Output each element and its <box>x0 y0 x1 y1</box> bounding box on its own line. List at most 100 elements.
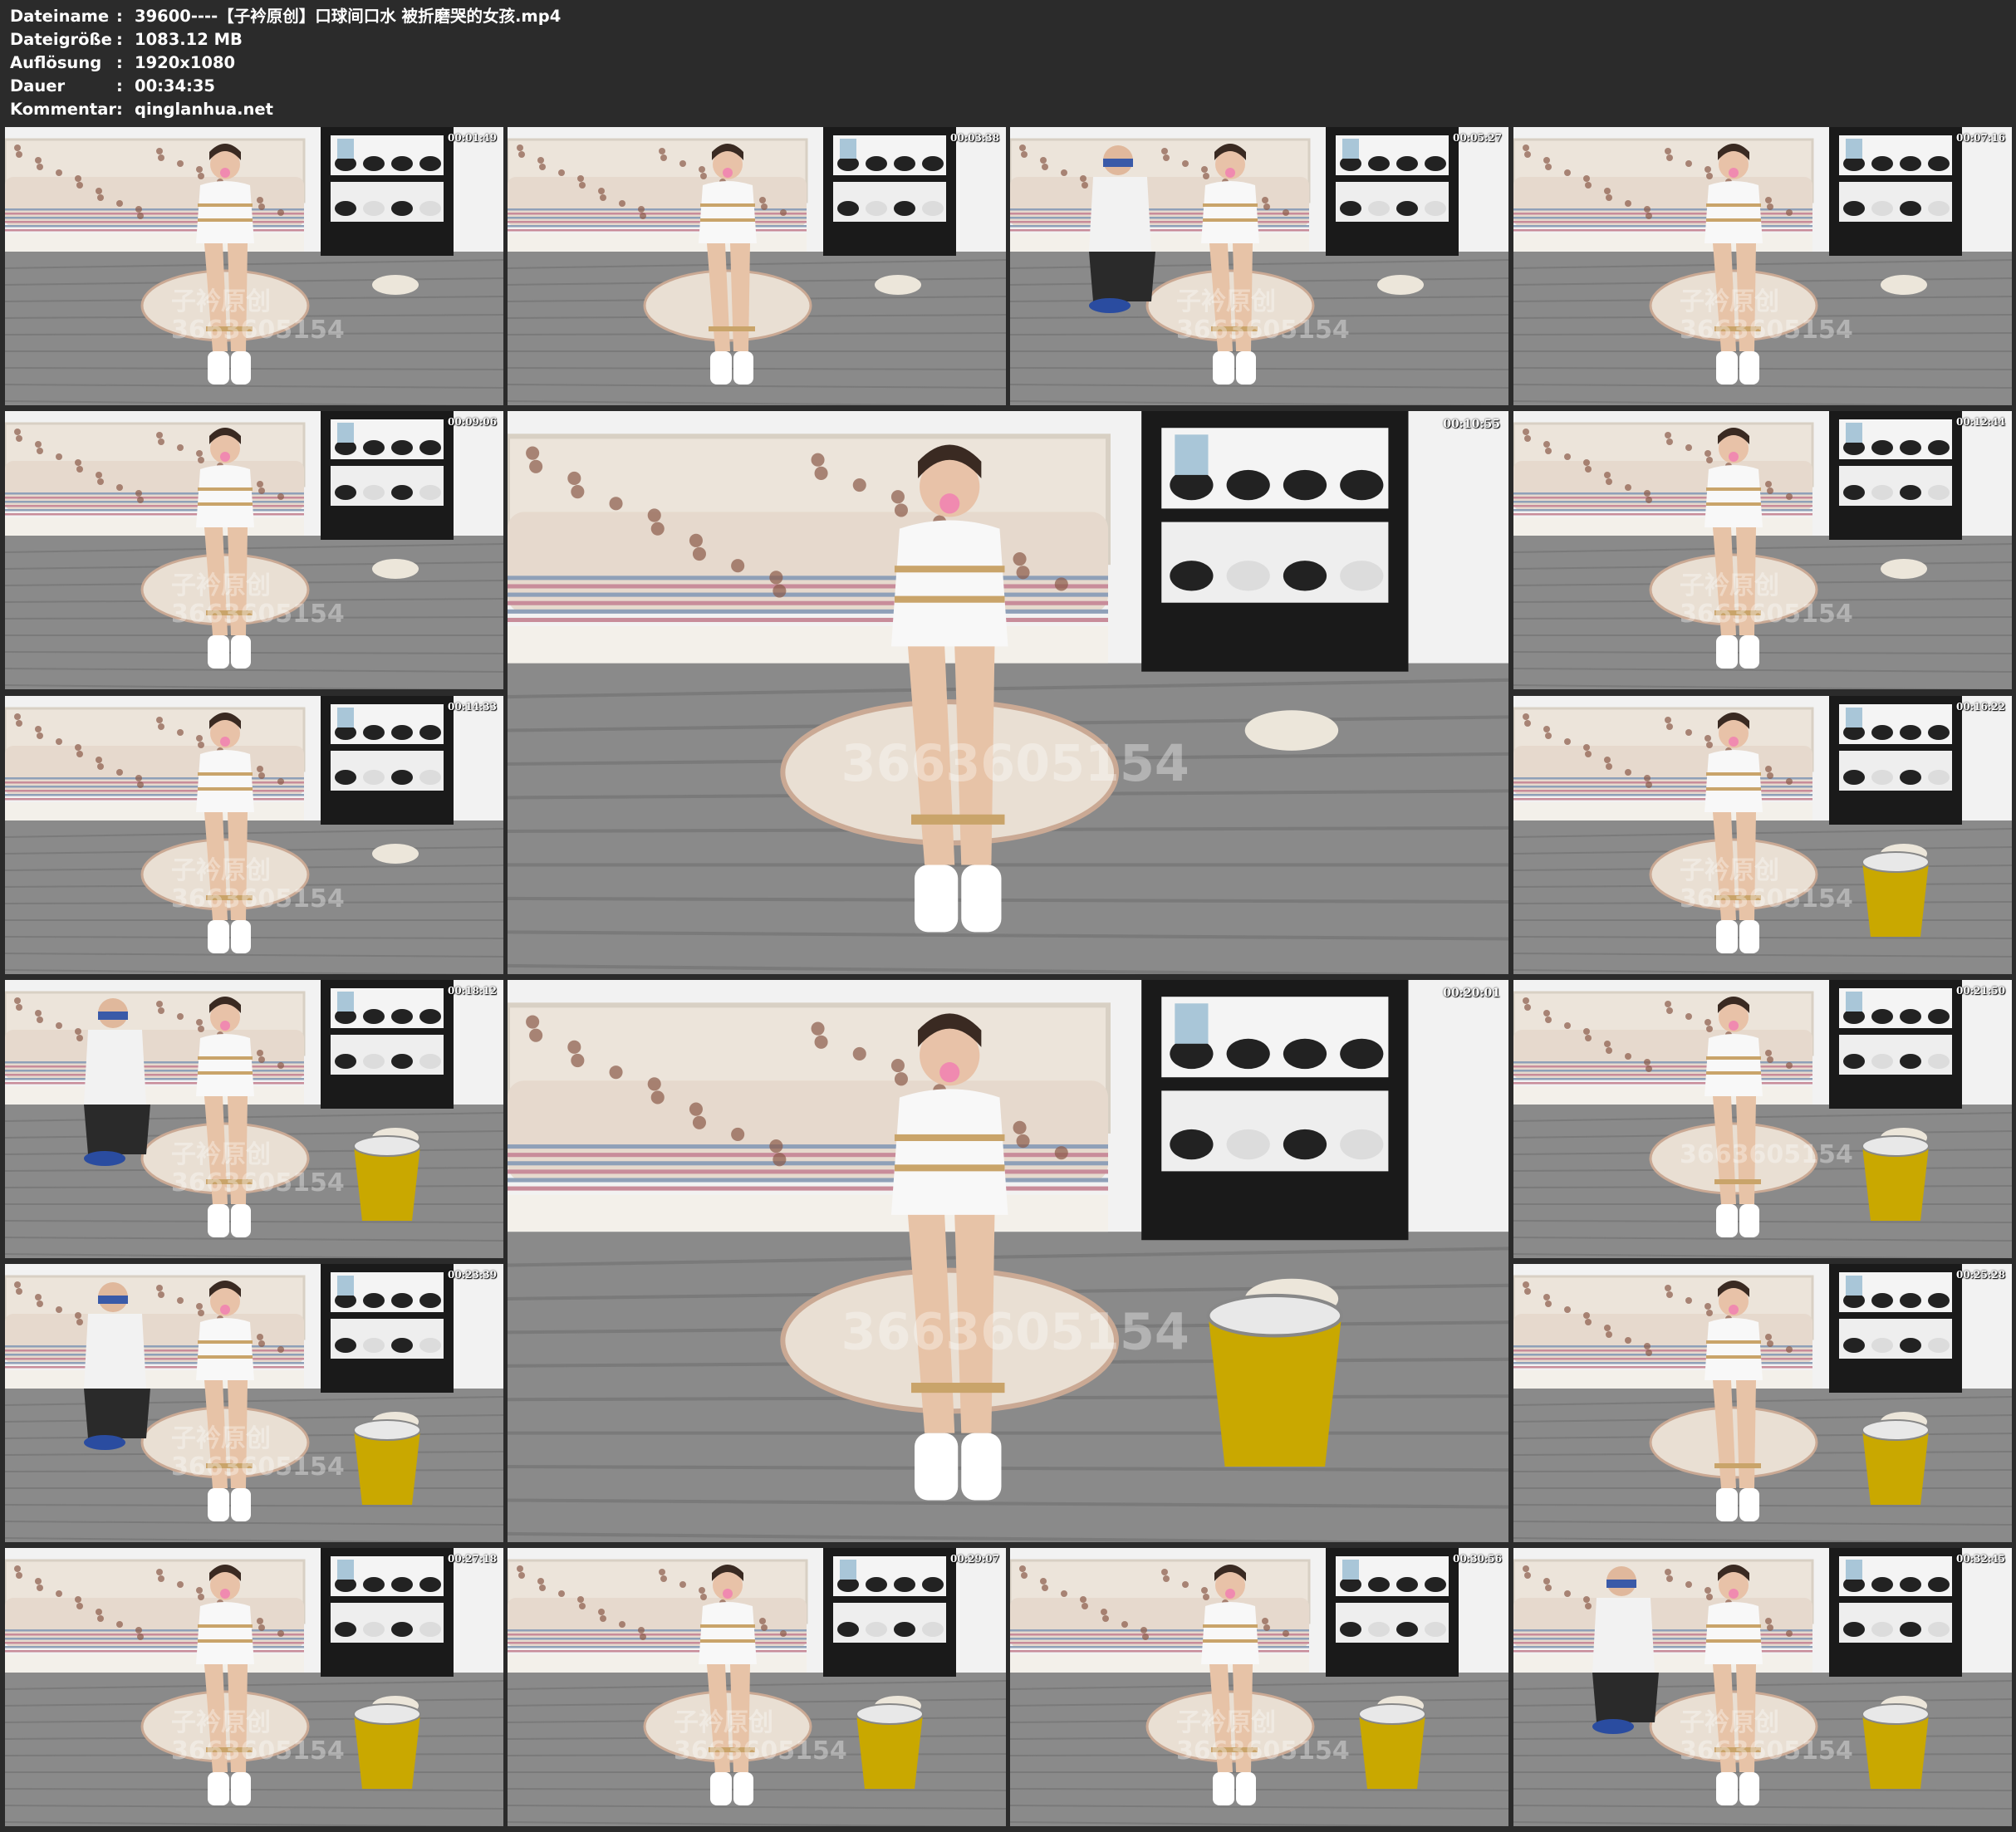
video-thumbnail: 子衿原创 3663605154 00:27:18 <box>5 1548 503 1826</box>
sofa <box>1010 138 1311 252</box>
sofa <box>508 434 1111 664</box>
thumbnail-timestamp: 00:29:07 <box>950 1553 999 1565</box>
thumbnail-timestamp: 00:07:16 <box>1956 132 2005 144</box>
shoe-shelf <box>1829 1264 1962 1393</box>
trash-bucket <box>353 1419 421 1505</box>
watermark-text: 3663605154 <box>1680 1140 1853 1169</box>
video-thumbnail: 3663605154 00:20:01 <box>508 980 1508 1542</box>
info-separator: : <box>116 30 123 49</box>
sofa <box>1513 422 1814 536</box>
thumbnail-frame-image: 子衿原创3663605154 <box>1513 696 2012 974</box>
sofa <box>1513 991 1814 1105</box>
slippers <box>1244 710 1339 751</box>
info-row-filename: Dateiname : 39600----【子衿原创】口球间口水 被折磨哭的女孩… <box>10 5 1505 28</box>
trash-bucket <box>1861 1703 1930 1789</box>
watermark-text: 3663605154 <box>171 1736 345 1766</box>
info-separator: : <box>116 53 123 72</box>
shoe-shelf <box>321 696 454 825</box>
info-key: Dateiname <box>10 7 110 26</box>
sofa <box>5 1559 306 1673</box>
info-separator: : <box>116 7 123 26</box>
trash-bucket <box>856 1703 924 1789</box>
trash-bucket <box>1861 851 1930 937</box>
thumbnail-frame-image: 子衿原创3663605154 <box>508 1548 1006 1826</box>
sofa <box>1513 707 1814 820</box>
shoe-shelf <box>1326 1548 1459 1677</box>
sofa <box>1513 1275 1814 1389</box>
sofa <box>5 991 306 1105</box>
video-thumbnail: 子衿原创 3663605154 00:18:12 <box>5 980 503 1258</box>
trash-bucket <box>353 1135 421 1221</box>
info-value: 1920x1080 <box>135 53 236 72</box>
video-thumbnail: 子衿原创 3663605154 00:14:33 <box>5 696 503 974</box>
thumbnail-frame-image <box>508 127 1006 405</box>
thumbnail-timestamp: 00:09:06 <box>448 416 497 428</box>
watermark-text: 子衿原创 <box>1176 1708 1276 1737</box>
info-value: 39600----【子衿原创】口球间口水 被折磨哭的女孩.mp4 <box>135 7 562 26</box>
watermark-text: 子衿原创 <box>171 571 271 600</box>
thumbnail-frame-image: 子衿原创3663605154 <box>1010 127 1508 405</box>
thumbnail-timestamp: 00:10:55 <box>1443 418 1500 431</box>
video-thumbnail: 子衿原创 3663605154 00:32:45 <box>1513 1548 2012 1826</box>
thumbnail-timestamp: 00:21:50 <box>1956 985 2005 997</box>
info-key: Dauer <box>10 76 66 96</box>
thumbnail-timestamp: 00:18:12 <box>448 985 497 997</box>
thumbnail-frame-image: 子衿原创3663605154 <box>5 980 503 1258</box>
sofa <box>5 422 306 536</box>
info-value: 00:34:35 <box>135 76 216 96</box>
info-separator: : <box>116 76 123 96</box>
trash-bucket <box>1861 1419 1930 1505</box>
watermark-text: 子衿原创 <box>171 1424 271 1453</box>
thumbnail-timestamp: 00:20:01 <box>1443 987 1500 1000</box>
thumbnail-timestamp: 00:14:33 <box>448 701 497 713</box>
thumbnail-timestamp: 00:03:38 <box>950 132 999 144</box>
watermark-text: 子衿原创 <box>171 287 271 316</box>
thumbnail-timestamp: 00:30:56 <box>1453 1553 1502 1565</box>
slippers <box>372 844 419 864</box>
watermark-text: 3663605154 <box>171 884 345 914</box>
video-thumbnail: 3663605154 00:21:50 <box>1513 980 2012 1258</box>
shoe-shelf <box>823 1548 956 1677</box>
watermark-text: 3663605154 <box>674 1736 847 1766</box>
info-key: Auflösung <box>10 53 102 72</box>
shoe-shelf <box>1829 980 1962 1109</box>
sofa <box>508 138 808 252</box>
info-key: Kommentar <box>10 100 117 119</box>
slippers <box>372 275 419 295</box>
video-thumbnail: 00:03:38 <box>508 127 1006 405</box>
thumbnail-timestamp: 00:23:39 <box>448 1269 497 1281</box>
watermark-text: 子衿原创 <box>1680 287 1779 316</box>
sofa <box>508 1559 808 1673</box>
watermark-text: 3663605154 <box>1680 316 1853 345</box>
shoe-shelf <box>823 127 956 256</box>
sofa <box>1513 138 1814 252</box>
info-key: Dateigröße <box>10 30 112 49</box>
video-thumbnail: 子衿原创 3663605154 00:05:27 <box>1010 127 1508 405</box>
thumbnail-frame-image: 子衿原创3663605154 <box>5 1264 503 1542</box>
thumbnail-timestamp: 00:01:49 <box>448 132 497 144</box>
shoe-shelf <box>321 411 454 540</box>
watermark-text: 子衿原创 <box>1680 856 1779 885</box>
trash-bucket <box>1861 1135 1930 1221</box>
video-thumbnail: 子衿原创 3663605154 00:29:07 <box>508 1548 1006 1826</box>
watermark-text: 子衿原创 <box>171 1140 271 1169</box>
file-info-header: Dateiname : 39600----【子衿原创】口球间口水 被折磨哭的女孩… <box>10 5 1505 121</box>
sofa <box>5 138 306 252</box>
shoe-shelf <box>1829 1548 1962 1677</box>
slippers <box>1881 559 1927 579</box>
shoe-shelf <box>1829 411 1962 540</box>
watermark-text: 3663605154 <box>841 1303 1189 1361</box>
trash-bucket <box>1358 1703 1426 1789</box>
thumbnail-frame-image <box>1513 1264 2012 1542</box>
info-row-filesize: Dateigröße : 1083.12 MB <box>10 28 1505 51</box>
thumbnail-frame-image: 3663605154 <box>508 980 1508 1542</box>
watermark-text: 子衿原创 <box>171 856 271 885</box>
watermark-text: 子衿原创 <box>1680 571 1779 600</box>
shoe-shelf <box>321 127 454 256</box>
watermark-text: 3663605154 <box>1680 1736 1853 1766</box>
trash-bucket <box>1206 1293 1344 1467</box>
shoe-shelf <box>321 1548 454 1677</box>
shoe-shelf <box>1141 411 1409 672</box>
info-row-duration: Dauer : 00:34:35 <box>10 75 1505 98</box>
video-thumbnail: 子衿原创 3663605154 00:07:16 <box>1513 127 2012 405</box>
